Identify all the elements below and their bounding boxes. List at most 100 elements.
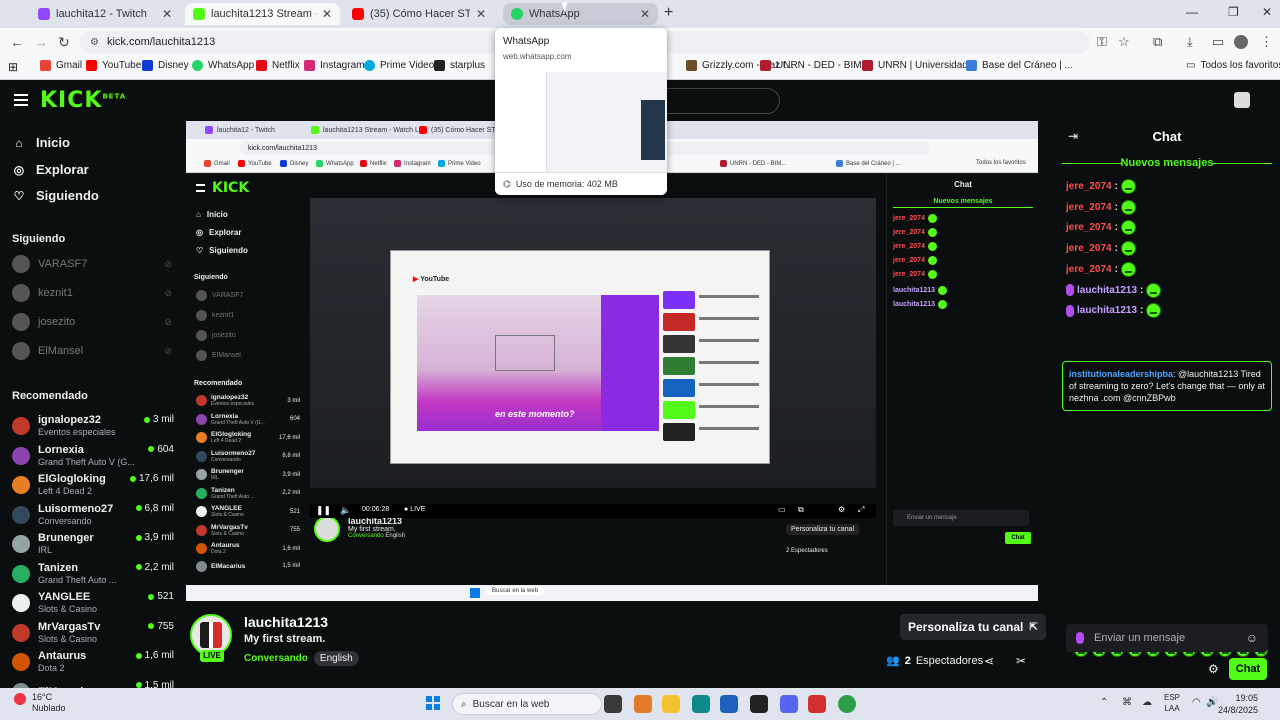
following-item[interactable]: josezito ⊘ <box>12 313 172 331</box>
minimize-icon[interactable]: — <box>1186 5 1198 19</box>
apps-grid-icon[interactable]: ⊞ <box>8 60 18 74</box>
user-avatar-icon[interactable] <box>1234 92 1250 108</box>
bookmark-prime-video[interactable]: Prime Video <box>364 60 434 71</box>
restore-icon[interactable]: ❐ <box>1228 5 1239 19</box>
chat-username[interactable]: institutionaleadershipba <box>1069 369 1173 379</box>
tray-chevron-icon[interactable]: ⌃ <box>1100 697 1108 708</box>
stream-category[interactable]: Conversando <box>244 653 308 664</box>
bookmark-youtube[interactable]: YouTube <box>86 60 141 71</box>
bookmark-starplus[interactable]: starplus <box>434 60 485 71</box>
chat-input[interactable]: Enviar un mensaje ☺ <box>1066 624 1268 652</box>
copilot-icon[interactable] <box>634 695 652 713</box>
hamburger-menu-icon[interactable] <box>14 94 28 106</box>
chrome-icon[interactable] <box>838 695 856 713</box>
customize-channel-button[interactable]: Personaliza tu canal ⇱ <box>900 614 1046 640</box>
chat-username[interactable]: jere_2074 <box>1066 222 1112 233</box>
stream-language-badge[interactable]: English <box>313 651 359 666</box>
recommended-item[interactable]: Antaurus Dota 2 1,6 mil <box>12 648 174 676</box>
bookmark-whatsapp[interactable]: WhatsApp <box>192 60 254 71</box>
wifi-icon[interactable]: ◠ <box>1192 697 1201 708</box>
recommended-item[interactable]: Tanizen Grand Theft Auto ... 2,2 mil <box>12 560 174 588</box>
tab-youtube[interactable]: (35) Cómo Hacer STREAMS ✕ <box>344 3 494 25</box>
following-item[interactable]: ElMansel ⊘ <box>12 342 172 360</box>
menu-kebab-icon[interactable]: ⋮ <box>1260 34 1273 50</box>
new-tab-icon[interactable]: + <box>664 4 673 22</box>
tab-whatsapp[interactable]: WhatsApp ✕ <box>503 3 658 25</box>
bookmark-unrn-universidad[interactable]: UNRN | Universidad... <box>862 60 976 71</box>
theater-mode-icon[interactable]: ▭ <box>778 505 786 514</box>
recommended-item[interactable]: Brunenger IRL 3,9 mil <box>12 530 174 558</box>
tray-app-icon[interactable]: ☁ <box>1142 697 1152 708</box>
bookmark-netflix[interactable]: Netflix <box>256 60 300 71</box>
windows-start-icon[interactable] <box>426 696 440 710</box>
file-explorer-icon[interactable] <box>662 695 680 713</box>
bookmark-star-icon[interactable]: ☆ <box>1118 34 1130 50</box>
kick-logo[interactable]: KICKBETA <box>40 88 126 113</box>
recommended-item[interactable]: ElGlogloking Left 4 Dead 2 17,6 mil <box>12 471 174 499</box>
settings-icon[interactable]: ⚙ <box>838 505 845 514</box>
close-tab-icon[interactable]: ✕ <box>640 7 650 21</box>
close-window-icon[interactable]: ✕ <box>1262 5 1272 19</box>
chat-username[interactable]: lauchita1213 <box>1077 305 1137 316</box>
bookmark-unrn-ded[interactable]: UNRN - DED - BIM... <box>760 60 870 71</box>
streamer-name[interactable]: lauchita1213 <box>244 614 359 630</box>
weather-widget[interactable]: 16°C Nublado <box>32 692 66 714</box>
tray-app-icon[interactable]: ⌘ <box>1122 697 1132 708</box>
pdf-app-icon[interactable] <box>808 695 826 713</box>
task-view-icon[interactable] <box>604 695 622 713</box>
fullscreen-icon[interactable]: ⤢ <box>858 505 864 515</box>
chat-settings-icon[interactable]: ⚙ <box>1208 662 1219 676</box>
all-bookmarks[interactable]: ▭ Todos los favoritos <box>1186 60 1280 71</box>
side-panel-icon[interactable]: ▭ <box>1212 34 1224 50</box>
chat-message: jere_2074: <box>1066 220 1136 236</box>
following-item[interactable]: keznit1 ⊘ <box>12 284 172 302</box>
emoji-icon[interactable]: ☺ <box>1246 631 1258 645</box>
discord-icon[interactable] <box>780 695 798 713</box>
extensions-icon[interactable]: ⧉ <box>1153 34 1162 50</box>
bookmark-base-craneo[interactable]: Base del Cráneo | ... <box>966 60 1073 71</box>
speaker-icon[interactable]: 🔊 <box>1206 697 1218 708</box>
language-indicator[interactable]: ESP LAA <box>1164 692 1180 714</box>
site-info-icon[interactable]: ⚙ <box>90 37 99 48</box>
clip-icon[interactable]: ✂ <box>1016 654 1026 668</box>
obs-icon[interactable] <box>750 695 768 713</box>
close-tab-icon[interactable]: ✕ <box>322 7 332 21</box>
pause-icon[interactable]: ❚❚ <box>316 505 331 516</box>
recommended-item[interactable]: Lornexia Grand Theft Auto V (G... 604 <box>12 442 174 470</box>
sidebar-item-siguiendo[interactable]: ♡ Siguiendo <box>12 188 99 203</box>
recommended-item[interactable]: Luisormeno27 Conversando 6,8 mil <box>12 501 174 529</box>
taskbar-clock[interactable]: 19:05 24/8/2025 <box>1218 692 1258 716</box>
password-key-icon[interactable]: ⚿ <box>1097 34 1107 50</box>
close-tab-icon[interactable]: ✕ <box>476 7 486 21</box>
recommended-item[interactable]: YANGLEE Slots & Casino 521 <box>12 589 174 617</box>
bookmark-gmail[interactable]: Gmail <box>40 60 82 71</box>
forward-icon[interactable]: → <box>34 34 48 50</box>
following-item[interactable]: VARASF7 ⊘ <box>12 255 172 273</box>
sidebar-item-explorar[interactable]: ◎ Explorar <box>12 162 89 177</box>
download-icon[interactable]: ⤓ <box>1187 34 1193 50</box>
volume-icon[interactable]: 🔈 <box>340 505 351 516</box>
edge-icon[interactable] <box>692 695 710 713</box>
streamer-avatar[interactable]: LIVE <box>190 614 232 662</box>
profile-avatar-icon[interactable] <box>1234 35 1248 49</box>
reload-icon[interactable]: ↻ <box>58 34 70 51</box>
chat-username[interactable]: jere_2074 <box>1066 181 1112 192</box>
tab-twitch[interactable]: lauchita12 - Twitch ✕ <box>30 3 180 25</box>
chat-send-button[interactable]: Chat <box>1229 658 1267 680</box>
sidebar-item-inicio[interactable]: ⌂ Inicio <box>12 135 70 150</box>
back-icon[interactable]: ← <box>10 34 24 50</box>
chat-username[interactable]: jere_2074 <box>1066 243 1112 254</box>
chat-username[interactable]: jere_2074 <box>1066 264 1112 275</box>
chat-username[interactable]: jere_2074 <box>1066 202 1112 213</box>
recommended-item[interactable]: MrVargasTv Slots & Casino 755 <box>12 619 174 647</box>
bookmark-instagram[interactable]: Instagram <box>304 60 364 71</box>
taskbar-search[interactable]: ⌕ Buscar en la web <box>452 693 602 715</box>
close-tab-icon[interactable]: ✕ <box>162 7 172 21</box>
share-icon[interactable]: ⋖ <box>984 654 994 668</box>
bookmark-disney[interactable]: Disney <box>142 60 189 71</box>
store-icon[interactable] <box>720 695 738 713</box>
recommended-item[interactable]: ignalopez32 Eventos especiales 3 mil <box>12 412 174 440</box>
chat-username[interactable]: lauchita1213 <box>1077 285 1137 296</box>
tab-kick[interactable]: lauchita1213 Stream - Watch L ✕ <box>185 3 340 25</box>
pip-icon[interactable]: ⧉ <box>798 505 804 515</box>
